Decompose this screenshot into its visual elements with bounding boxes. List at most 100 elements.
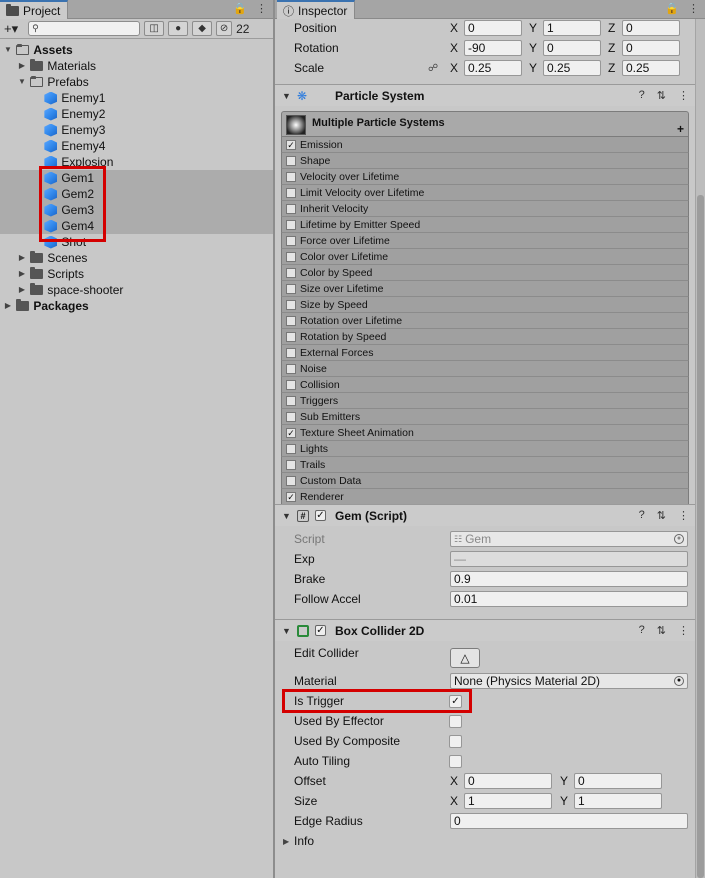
particle-module-row[interactable]: Trails — [281, 457, 689, 473]
used-by-effector-checkbox[interactable] — [449, 714, 462, 728]
create-button[interactable]: +▾ — [4, 21, 18, 37]
component-menu-icon[interactable]: ⋮ — [678, 89, 689, 102]
auto-tiling-checkbox[interactable] — [449, 754, 462, 768]
follow-accel-field[interactable]: 0.01 — [450, 591, 688, 607]
particle-module-row[interactable]: External Forces — [281, 345, 689, 361]
tree-item[interactable]: ▼ Prefabs — [0, 74, 273, 90]
tree-item[interactable]: ▶ Scenes — [0, 250, 273, 266]
module-checkbox[interactable] — [286, 267, 296, 278]
size-y-field[interactable]: 1 — [574, 793, 662, 809]
box-collider-enabled-checkbox[interactable]: ✓ — [315, 625, 326, 636]
module-checkbox[interactable] — [286, 251, 296, 262]
inspector-scrollbar[interactable] — [695, 19, 705, 878]
info-foldout-icon[interactable]: ▶ — [283, 837, 289, 846]
multiple-particle-systems-header[interactable]: Multiple Particle Systems + — [281, 111, 689, 137]
module-checkbox[interactable] — [286, 283, 296, 294]
tree-item[interactable]: Shot — [0, 234, 273, 250]
particle-module-row[interactable]: Custom Data — [281, 473, 689, 489]
expand-arrow-right-icon[interactable]: ▶ — [3, 298, 13, 314]
search-input[interactable] — [38, 22, 129, 35]
position-x-field[interactable]: 0 — [464, 20, 522, 36]
gem-script-header[interactable]: ▼ # ✓ Gem (Script) ? ⇅ ⋮ — [275, 504, 695, 526]
tab-project[interactable]: Project — [0, 0, 69, 19]
particle-module-row[interactable]: Sub Emitters — [281, 409, 689, 425]
module-checkbox[interactable] — [286, 395, 296, 406]
particle-module-row[interactable]: Velocity over Lifetime — [281, 169, 689, 185]
module-checkbox[interactable] — [286, 347, 296, 358]
is-trigger-checkbox[interactable]: ✓ — [449, 694, 462, 708]
particle-module-row[interactable]: ✓ Renderer — [281, 489, 689, 505]
particle-module-row[interactable]: Triggers — [281, 393, 689, 409]
tree-item[interactable]: ▶ space-shooter — [0, 282, 273, 298]
foldout-arrow-icon[interactable]: ▼ — [282, 626, 291, 636]
help-icon[interactable]: ? — [639, 509, 645, 522]
constrain-proportions-icon[interactable]: ☍ — [428, 63, 438, 74]
more-menu-icon[interactable]: ⋮ — [688, 2, 699, 15]
tree-item[interactable]: Explosion — [0, 154, 273, 170]
particle-module-row[interactable]: Rotation over Lifetime — [281, 313, 689, 329]
more-menu-icon[interactable]: ⋮ — [256, 2, 267, 15]
rotation-x-field[interactable]: -90 — [464, 40, 522, 56]
tree-item[interactable]: Gem2 — [0, 186, 273, 202]
particle-module-row[interactable]: Lights — [281, 441, 689, 457]
module-checkbox[interactable] — [286, 363, 296, 374]
module-checkbox[interactable]: ✓ — [286, 427, 296, 438]
scale-z-field[interactable]: 0.25 — [622, 60, 680, 76]
particle-module-row[interactable]: Size by Speed — [281, 297, 689, 313]
particle-module-row[interactable]: Color by Speed — [281, 265, 689, 281]
tree-item[interactable]: ▶ Materials — [0, 58, 273, 74]
particle-module-row[interactable]: Inherit Velocity — [281, 201, 689, 217]
edge-radius-field[interactable]: 0 — [450, 813, 688, 829]
tree-item[interactable]: Enemy2 — [0, 106, 273, 122]
lock-icon[interactable]: 🔒 — [233, 2, 247, 15]
expand-arrow-right-icon[interactable]: ▶ — [17, 266, 27, 282]
foldout-arrow-icon[interactable]: ▼ — [282, 511, 291, 521]
filter-by-label-icon[interactable]: ◆ — [192, 21, 213, 36]
module-checkbox[interactable] — [286, 443, 296, 454]
tree-item[interactable]: ▶ Packages — [0, 298, 273, 314]
particle-module-row[interactable]: Rotation by Speed — [281, 329, 689, 345]
particle-module-row[interactable]: Size over Lifetime — [281, 281, 689, 297]
brake-field[interactable]: 0.9 — [450, 571, 688, 587]
module-checkbox[interactable] — [286, 379, 296, 390]
expand-arrow-down-icon[interactable]: ▼ — [3, 42, 13, 58]
particle-module-row[interactable]: Collision — [281, 377, 689, 393]
hidden-packages-icon[interactable]: ⊘ — [216, 21, 233, 36]
particle-module-row[interactable]: Limit Velocity over Lifetime — [281, 185, 689, 201]
tab-inspector[interactable]: ⓘ Inspector — [277, 0, 356, 19]
tree-item[interactable]: Gem1 — [0, 170, 273, 186]
module-checkbox[interactable] — [286, 411, 296, 422]
search-by-type-icon[interactable]: ◫ — [144, 21, 165, 36]
particle-module-row[interactable]: ✓ Texture Sheet Animation — [281, 425, 689, 441]
scale-y-field[interactable]: 0.25 — [543, 60, 601, 76]
offset-y-field[interactable]: 0 — [574, 773, 662, 789]
tree-item[interactable]: Gem4 — [0, 218, 273, 234]
module-checkbox[interactable] — [286, 187, 296, 198]
material-field[interactable]: None (Physics Material 2D) ● — [450, 673, 688, 689]
tree-item[interactable]: Enemy4 — [0, 138, 273, 154]
particle-module-row[interactable]: Shape — [281, 153, 689, 169]
scale-x-field[interactable]: 0.25 — [464, 60, 522, 76]
filter-by-type-icon[interactable]: ● — [168, 21, 189, 36]
used-by-composite-checkbox[interactable] — [449, 734, 462, 748]
particle-module-row[interactable]: Force over Lifetime — [281, 233, 689, 249]
expand-arrow-right-icon[interactable]: ▶ — [17, 58, 27, 74]
help-icon[interactable]: ? — [639, 624, 645, 637]
expand-arrow-right-icon[interactable]: ▶ — [17, 250, 27, 266]
add-system-icon[interactable]: + — [677, 122, 684, 136]
size-x-field[interactable]: 1 — [464, 793, 552, 809]
rotation-z-field[interactable]: 0 — [622, 40, 680, 56]
info-row[interactable]: ▶ Info — [275, 831, 695, 851]
object-picker-icon[interactable]: ● — [674, 676, 684, 686]
particle-module-row[interactable]: Noise — [281, 361, 689, 377]
particle-system-header[interactable]: ▼ ❋ Particle System ? ⇅ ⋮ — [275, 84, 695, 106]
box-collider-header[interactable]: ▼ ✓ Box Collider 2D ? ⇅ ⋮ — [275, 619, 695, 641]
exp-field[interactable]: — — [450, 551, 688, 567]
tree-item[interactable]: ▶ Scripts — [0, 266, 273, 282]
lock-icon[interactable]: 🔒 — [665, 2, 679, 15]
foldout-arrow-icon[interactable]: ▼ — [282, 91, 291, 101]
module-checkbox[interactable]: ✓ — [286, 491, 296, 502]
particle-module-row[interactable]: ✓ Emission — [281, 137, 689, 153]
module-checkbox[interactable] — [286, 459, 296, 470]
module-checkbox[interactable] — [286, 331, 296, 342]
